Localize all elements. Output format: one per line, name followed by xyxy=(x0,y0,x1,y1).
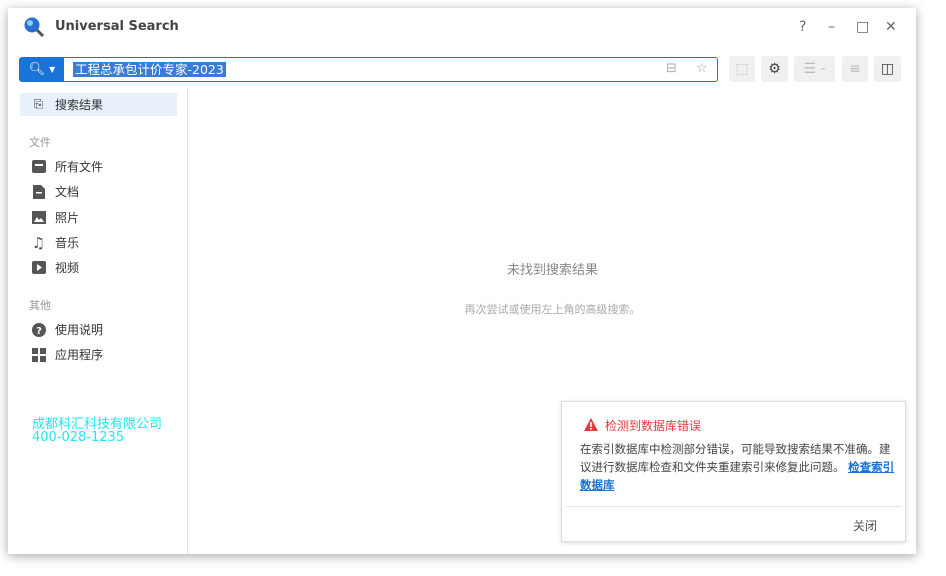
notification-body: 在索引数据库中检测部分错误，可能导致搜索结果不准确。建议进行数据库检查和文件夹重… xyxy=(580,442,891,474)
list-icon: ≡ xyxy=(849,61,861,77)
company-watermark: 成都科汇科技有限公司 400-028-1235 xyxy=(32,418,162,444)
search-icon: 🔍︎ xyxy=(28,62,46,77)
search-bar: 🔍︎ ▼ 工程总承包计价专家-2023 ⊟ ☆ xyxy=(19,57,718,82)
sidebar-item-apps[interactable]: 应用程序 xyxy=(20,343,177,366)
maximize-button[interactable]: □ xyxy=(856,19,869,35)
app-logo-icon xyxy=(24,17,45,38)
sidebar-item-videos[interactable]: 视频 xyxy=(20,256,177,279)
search-input[interactable]: 工程总承包计价专家-2023 xyxy=(73,62,226,77)
sidebar-item-label: 使用说明 xyxy=(55,323,104,337)
company-phone: 400-028-1235 xyxy=(32,430,125,445)
empty-hint: 再次尝试或使用左上角的高级搜索。 xyxy=(464,303,641,316)
music-icon: ♫ xyxy=(31,233,46,252)
close-notification-button[interactable]: 关闭 xyxy=(853,517,877,534)
universal-search-window: Universal Search ? – □ ✕ 🔍︎ ▼ 工程总承包计价专家-2… xyxy=(8,8,916,554)
app-title: Universal Search xyxy=(55,19,179,34)
search-results-icon: ⎘ xyxy=(33,97,44,111)
sidebar-item-help[interactable]: ? 使用说明 xyxy=(20,318,177,341)
warning-icon xyxy=(584,417,598,434)
settings-button[interactable]: ⚙ xyxy=(761,56,788,82)
apps-grid-icon xyxy=(31,347,46,362)
select-button[interactable]: ⬚ xyxy=(729,56,755,82)
svg-text:?: ? xyxy=(36,326,42,337)
divider xyxy=(566,506,901,507)
sidebar-item-label: 搜索结果 xyxy=(55,98,104,112)
panel-icon: ◫ xyxy=(880,61,895,77)
title-bar: Universal Search ? – □ ✕ xyxy=(8,8,916,48)
save-search-icon[interactable]: ⊟ xyxy=(666,61,677,76)
star-icon[interactable]: ☆ xyxy=(696,61,708,76)
view-button[interactable]: ≡ xyxy=(842,56,868,82)
empty-title: 未找到搜索结果 xyxy=(506,263,598,278)
sidebar-item-documents[interactable]: 文档 xyxy=(20,180,177,203)
chevron-down-icon: ▼ xyxy=(49,65,56,74)
all-files-icon xyxy=(31,159,46,174)
sort-button[interactable]: ☰ - xyxy=(794,56,835,82)
help-circle-icon: ? xyxy=(31,322,46,337)
help-button[interactable]: ? xyxy=(799,19,806,35)
select-icon: ⬚ xyxy=(735,61,749,77)
search-type-dropdown[interactable]: 🔍︎ ▼ xyxy=(20,58,64,81)
gear-icon: ⚙ xyxy=(768,61,781,77)
sidebar-item-music[interactable]: ♫ 音乐 xyxy=(20,231,177,254)
sidebar-item-all-files[interactable]: 所有文件 xyxy=(20,155,177,178)
sidebar-item-results[interactable]: ⎘ 搜索结果 xyxy=(20,93,177,116)
sidebar-item-photos[interactable]: 照片 xyxy=(20,206,177,229)
video-icon xyxy=(31,260,46,275)
document-icon xyxy=(31,184,46,199)
sidebar-item-label: 应用程序 xyxy=(55,348,104,362)
photo-icon xyxy=(31,210,46,225)
database-error-notification: 检测到数据库错误 在索引数据库中检测部分错误，可能导致搜索结果不准确。建议进行数… xyxy=(561,401,906,542)
panel-toggle-button[interactable]: ◫ xyxy=(874,56,901,82)
minimize-button[interactable]: – xyxy=(828,19,835,35)
close-button[interactable]: ✕ xyxy=(885,19,897,35)
sidebar-item-label: 照片 xyxy=(55,211,80,225)
section-other: 其他 xyxy=(29,299,51,312)
sidebar-item-label: 音乐 xyxy=(55,236,80,250)
notification-title: 检测到数据库错误 xyxy=(605,419,702,433)
sidebar: ⎘ 搜索结果 文件 所有文件 文档 照片 ♫ 音乐 视频 其他 ? 使用说明 应用程序… xyxy=(8,88,188,554)
sidebar-item-label: 视频 xyxy=(55,261,80,275)
sidebar-item-label: 文档 xyxy=(55,185,80,199)
sort-icon: ☰ - xyxy=(803,61,826,77)
section-files: 文件 xyxy=(29,136,51,149)
sidebar-item-label: 所有文件 xyxy=(55,160,104,174)
